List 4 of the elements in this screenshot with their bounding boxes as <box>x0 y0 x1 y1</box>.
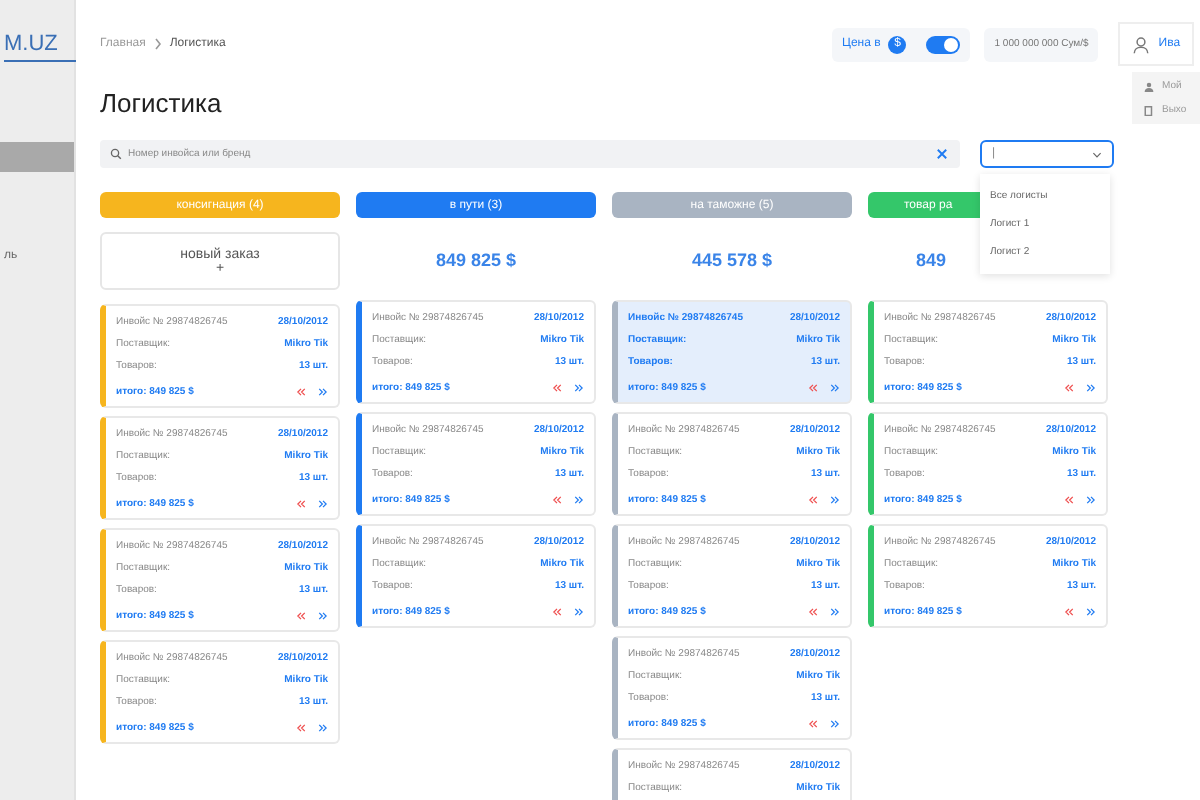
column-total: 849 825 $ <box>433 247 519 273</box>
page-title: Логистика <box>100 88 222 122</box>
column-total: 445 578 $ <box>689 247 775 273</box>
column-total: 849 <box>916 247 947 273</box>
